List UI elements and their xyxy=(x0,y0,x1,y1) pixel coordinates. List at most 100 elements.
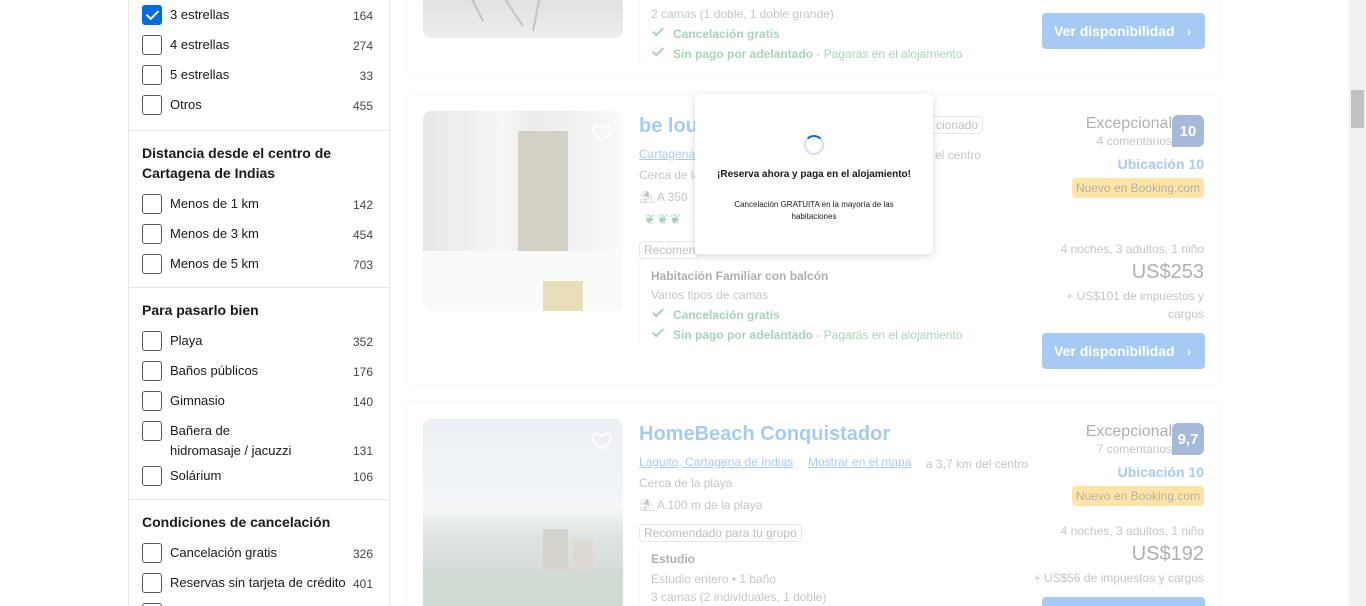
taxes: + US$101 de impuestos y cargos xyxy=(1066,289,1204,321)
checkbox[interactable] xyxy=(142,65,162,85)
stay-details: 4 noches, 3 adultos, 1 niño xyxy=(1060,242,1204,256)
button-label: Ver disponibilidad xyxy=(1054,343,1175,359)
room-name: Estudio xyxy=(651,552,695,566)
review-score[interactable]: 10 xyxy=(1172,115,1204,147)
filter-beach[interactable]: Playa 352 xyxy=(142,326,373,356)
beach-icon: ⛱ xyxy=(639,498,655,512)
chevron-right-icon: › xyxy=(1186,23,1192,39)
filter-count: 164 xyxy=(352,9,373,23)
no-prepayment: Sin pago por adelantado - Pagarás en el … xyxy=(651,325,962,344)
see-availability-button[interactable]: Ver disponibilidad › xyxy=(1042,333,1205,369)
filter-partial[interactable] xyxy=(142,598,373,606)
beach-distance-text: A 350 xyxy=(656,190,688,204)
heart-icon[interactable] xyxy=(591,429,613,451)
filter-distance-3km[interactable]: Menos de 3 km 454 xyxy=(142,219,373,249)
filter-count: 455 xyxy=(352,99,373,113)
property-name[interactable]: be lou xyxy=(639,115,698,138)
see-availability-button[interactable]: Ver disponibilidad › xyxy=(1042,13,1205,49)
property-photo[interactable] xyxy=(423,419,623,606)
checkbox[interactable] xyxy=(142,95,162,115)
heart-icon[interactable] xyxy=(591,121,613,143)
page: 3 estrellas 164 4 estrellas 274 5 estrel… xyxy=(0,0,1366,606)
scrollbar-thumb[interactable] xyxy=(1351,90,1364,128)
filter-3-stars[interactable]: 3 estrellas 164 xyxy=(142,0,373,30)
filter-4-stars[interactable]: 4 estrellas 274 xyxy=(142,30,373,60)
price: US$253 xyxy=(1131,261,1204,283)
room-name: Habitación Familiar con balcón xyxy=(651,269,829,283)
filter-distance-1km[interactable]: Menos de 1 km 142 xyxy=(142,189,373,219)
filter-group-title: Distancia desde el centro de Cartagena d… xyxy=(142,145,332,181)
filter-other-stars[interactable]: Otros 455 xyxy=(142,90,373,120)
location-link[interactable]: Cartagena xyxy=(639,147,695,161)
checkbox[interactable] xyxy=(142,35,162,55)
scrollbar[interactable] xyxy=(1349,0,1366,606)
filter-count: 140 xyxy=(352,395,373,409)
cancellation-filter-group: Condiciones de cancelación Cancelación g… xyxy=(129,500,389,606)
sustainability-leaves: ❦❦❦ xyxy=(644,211,682,228)
leaf-icon: ❦ xyxy=(656,211,670,227)
filter-public-baths[interactable]: Baños públicos 176 xyxy=(142,356,373,386)
filter-count: 454 xyxy=(352,228,373,242)
leaf-icon: ❦ xyxy=(669,211,683,227)
bed-info: Varios tipos de camas xyxy=(651,288,769,302)
filter-no-credit-card[interactable]: Reservas sin tarjeta de crédito 401 xyxy=(142,568,373,598)
fun-filter-group: Para pasarlo bien Playa 352 Baños públic… xyxy=(129,288,389,500)
filter-count: 274 xyxy=(352,39,373,53)
stay-details: 4 noches, 3 adultos, 1 niño xyxy=(1060,524,1204,538)
checkbox[interactable] xyxy=(142,543,162,563)
location-link[interactable]: Laguito, Cartagena de Indias xyxy=(639,455,793,469)
stars-filter-group: 3 estrellas 164 4 estrellas 274 5 estrel… xyxy=(129,0,389,131)
location-score: Ubicación 10 xyxy=(1117,156,1204,172)
filter-group-title: Para pasarlo bien xyxy=(142,302,259,318)
checkbox[interactable] xyxy=(142,194,162,214)
popup-subtitle: Cancelación GRATUITA en la mayoría de la… xyxy=(734,200,894,221)
free-cancellation: Cancelación gratis xyxy=(651,24,780,43)
chevron-right-icon: › xyxy=(1186,343,1192,359)
filter-hot-tub[interactable]: Bañera de hidromasaje / jacuzzi 131 xyxy=(142,416,373,461)
property-card: HomeBeach Conquistador Laguito, Cartagen… xyxy=(406,402,1221,606)
filter-count: 703 xyxy=(352,258,373,272)
filter-solarium[interactable]: Solárium 106 xyxy=(142,461,373,491)
beach-distance-text: A 100 m de la playa xyxy=(656,498,763,512)
checkbox[interactable] xyxy=(142,421,162,441)
filter-label: Playa xyxy=(170,333,203,348)
checkbox[interactable] xyxy=(142,466,162,486)
pay-at-property: - Pagarás en el alojamiento xyxy=(813,47,963,61)
filter-label: Menos de 1 km xyxy=(170,196,259,211)
bed-info: 3 camas (2 individuales, 1 doble) xyxy=(651,590,827,604)
checkbox[interactable] xyxy=(142,361,162,381)
filter-gym[interactable]: Gimnasio 140 xyxy=(142,386,373,416)
rating-label: Excepcional xyxy=(1085,423,1172,440)
distance-text: a 3,7 km del centro xyxy=(926,457,1029,471)
review-score[interactable]: 9,7 xyxy=(1172,423,1204,455)
filter-5-stars[interactable]: 5 estrellas 33 xyxy=(142,60,373,90)
checkbox[interactable] xyxy=(142,331,162,351)
rating-label: Excepcional xyxy=(1085,115,1172,132)
taxes: + US$56 de impuestos y cargos xyxy=(1033,571,1204,585)
free-cancellation: Cancelación gratis xyxy=(651,305,780,324)
review-count: 7 comentarios xyxy=(1096,442,1172,456)
filter-label: Otros xyxy=(170,97,202,112)
location-score: Ubicación 10 xyxy=(1117,464,1204,480)
property-name[interactable]: HomeBeach Conquistador xyxy=(639,423,890,446)
filter-label: 4 estrellas xyxy=(170,37,230,52)
filter-count: 33 xyxy=(359,69,373,83)
property-photo[interactable] xyxy=(423,111,623,311)
filter-distance-5km[interactable]: Menos de 5 km 703 xyxy=(142,249,373,279)
show-on-map-link[interactable]: Mostrar en el mapa xyxy=(808,455,911,469)
checkbox[interactable] xyxy=(142,391,162,411)
filter-count: 326 xyxy=(352,547,373,561)
free-cancel-text: Cancelación gratis xyxy=(673,27,780,41)
filter-free-cancellation[interactable]: Cancelación gratis 326 xyxy=(142,538,373,568)
property-tag: cionado xyxy=(931,116,984,134)
checkbox[interactable] xyxy=(142,573,162,593)
filter-label: 5 estrellas xyxy=(170,67,230,82)
see-availability-button[interactable] xyxy=(1042,597,1205,606)
property-photo[interactable] xyxy=(423,0,623,38)
nearby-text: Cerca de la xyxy=(639,168,701,182)
nearby-text: Cerca de la playa xyxy=(639,476,733,490)
checkbox[interactable] xyxy=(142,254,162,274)
check-icon xyxy=(651,305,665,318)
checkbox-checked[interactable] xyxy=(142,5,162,25)
checkbox[interactable] xyxy=(142,224,162,244)
